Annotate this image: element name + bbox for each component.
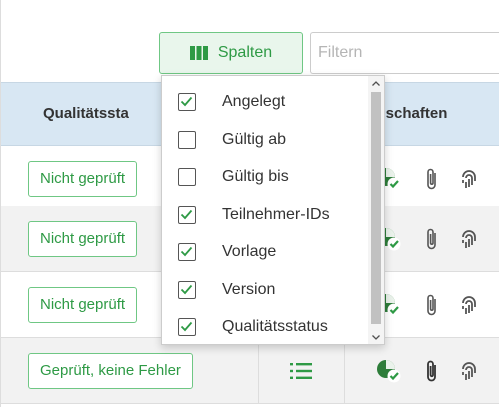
column-divider [344,338,345,403]
dropdown-scrollbar[interactable] [368,76,384,344]
column-divider [258,338,259,403]
list-icon[interactable] [290,362,312,385]
checkmark-icon [180,321,193,332]
column-option-label: Version [222,280,276,298]
checkmark-icon [180,246,193,257]
grid-frame: Spalten Qualitätssta genschaften Nicht g… [0,0,499,407]
filter-input[interactable] [310,32,499,74]
columns-button[interactable]: Spalten [159,32,303,74]
column-option[interactable]: Vorlage [162,235,368,272]
table-row: Geprüft, keine Fehler [1,338,499,404]
column-option-checkbox[interactable] [178,93,196,111]
column-chooser-dropdown: Angelegt Gültig ab Gültig bis Teilnehmer-ID… [161,75,385,345]
column-option-checkbox[interactable] [178,168,196,186]
column-option-label: Teilnehmer-IDs [222,205,330,223]
checkmark-icon [180,96,193,107]
column-header-quality-status[interactable]: Qualitätssta [43,83,129,145]
column-option[interactable]: Gültig ab [162,123,368,160]
columns-button-label: Spalten [217,44,273,61]
paperclip-icon[interactable] [425,227,439,256]
quality-status-button[interactable]: Nicht geprüft [28,161,138,197]
paperclip-icon[interactable] [425,293,439,322]
check-user-icon[interactable] [376,359,402,388]
column-option-checkbox[interactable] [178,318,196,336]
scroll-down-arrow-icon[interactable] [368,330,384,344]
column-option-checkbox[interactable] [178,280,196,299]
fingerprint-icon[interactable] [459,359,479,388]
scrollbar-thumb[interactable] [371,92,381,324]
column-option-label: Vorlage [222,243,277,260]
columns-icon [189,46,208,60]
scroll-up-arrow-icon[interactable] [368,76,384,90]
fingerprint-icon[interactable] [459,167,479,196]
paperclip-icon[interactable] [425,167,439,196]
column-option[interactable]: Angelegt [162,85,368,122]
checkmark-icon [180,209,193,219]
column-option[interactable]: Teilnehmer-IDs [162,198,368,235]
column-option-checkbox[interactable] [178,130,196,149]
column-option-checkbox[interactable] [178,205,196,224]
fingerprint-icon[interactable] [459,293,479,322]
fingerprint-icon[interactable] [459,227,479,256]
column-option-label: Gültig ab [222,130,287,148]
column-option-checkbox[interactable] [178,243,196,261]
checkmark-icon [180,284,193,294]
quality-status-button[interactable]: Nicht geprüft [28,287,138,323]
paperclip-icon[interactable] [425,359,439,388]
column-option[interactable]: Qualitätsstatus [162,310,368,347]
column-option[interactable]: Gültig bis [162,160,368,197]
column-option-label: Gültig bis [222,168,289,185]
quality-status-button[interactable]: Nicht geprüft [28,221,138,257]
quality-status-button[interactable]: Geprüft, keine Fehler [28,353,193,389]
toolbar: Spalten [1,0,499,82]
column-option[interactable]: Version [162,273,368,310]
column-option-label: Angelegt [222,93,286,110]
column-option-label: Qualitätsstatus [222,318,328,335]
